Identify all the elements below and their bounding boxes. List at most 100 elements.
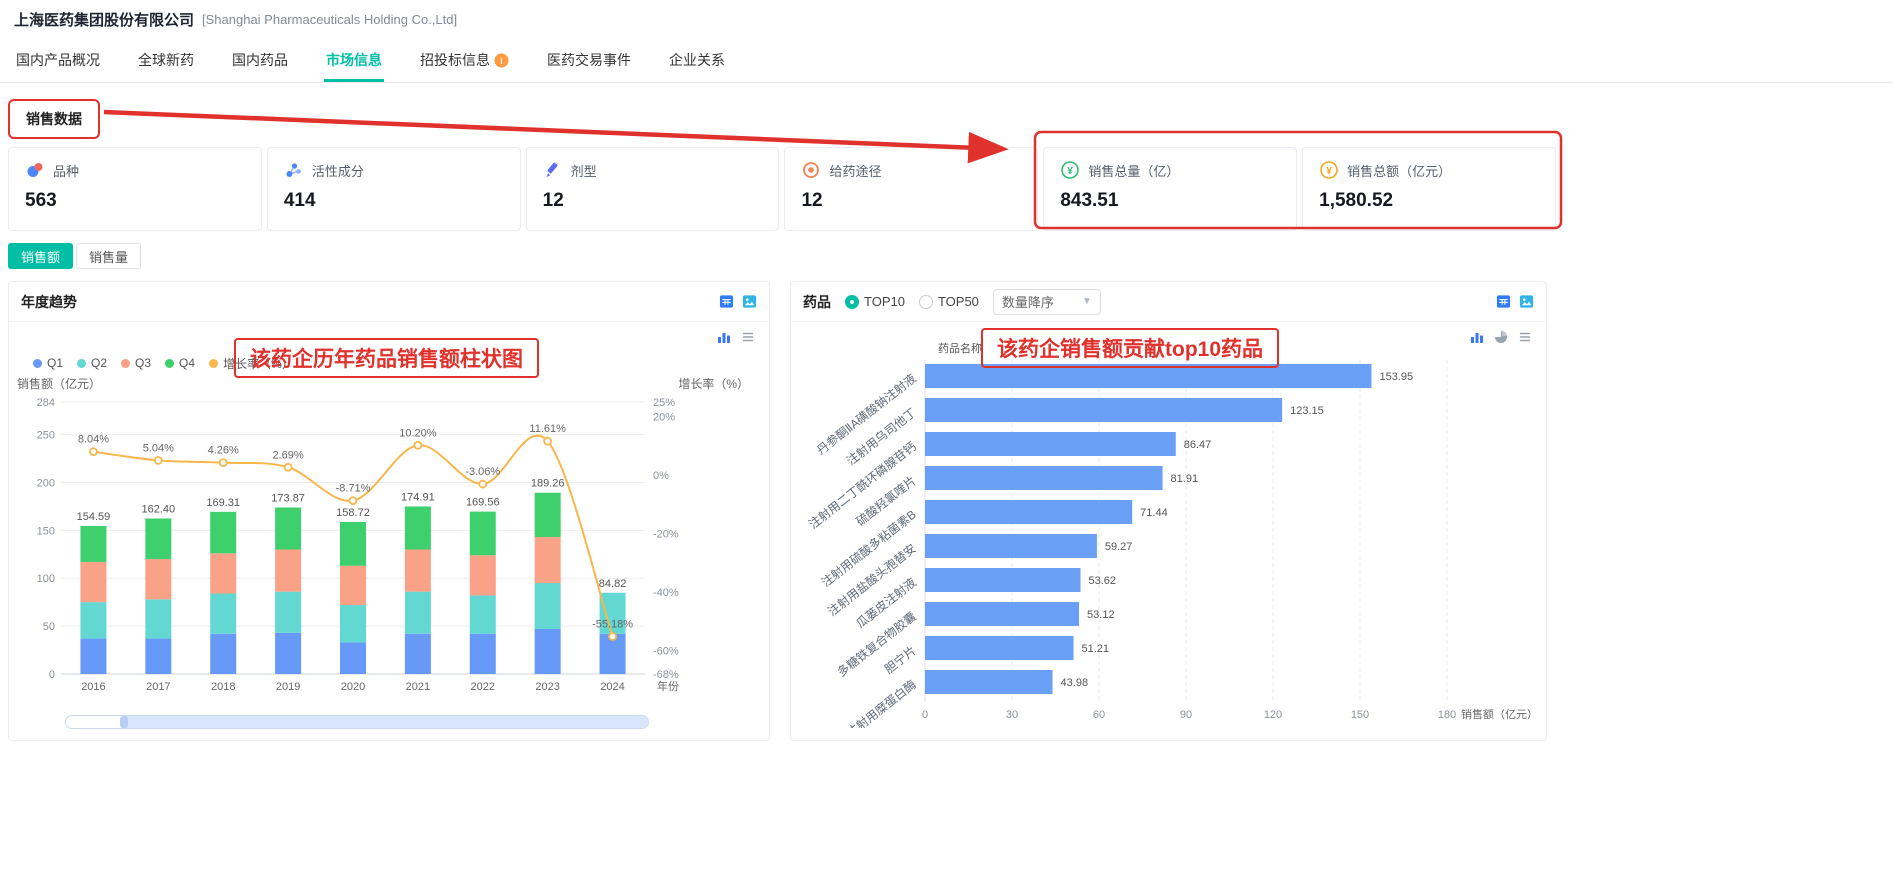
stat-label: 剂型 [571,161,597,180]
metric-toggle-group: 销售额销售量 [8,243,1560,269]
radio-label: TOP50 [938,294,979,309]
legend-dot [33,359,42,368]
stat-card-variety: 品种563 [8,147,262,231]
svg-text:173.87: 173.87 [271,492,305,504]
svg-text:2024: 2024 [600,681,624,693]
legend-item-Q4[interactable]: Q4 [165,356,195,370]
svg-text:8.04%: 8.04% [78,434,109,446]
list-icon[interactable] [741,330,755,344]
svg-text:2020: 2020 [341,681,365,693]
stat-value: 12 [801,190,1021,212]
svg-text:¥: ¥ [1068,166,1074,177]
nav-tab-4[interactable]: 市场信息 [324,38,384,82]
nav-tab-6[interactable]: 医药交易事件 [545,38,633,82]
annual-trend-export-icons [719,294,757,309]
svg-text:5.04%: 5.04% [143,442,174,454]
svg-text:284: 284 [37,397,55,409]
nav-tab-label: 国内药品 [232,50,288,70]
svg-text:2018: 2018 [211,681,235,693]
svg-text:¥: ¥ [1326,166,1332,177]
svg-text:43.98: 43.98 [1061,677,1089,689]
stat-card-route: 给药途径12 [784,147,1038,231]
svg-text:84.82: 84.82 [599,578,627,590]
top-drugs-panel: 药品 TOP10TOP50 数量降序 ▼ 0306090120150180销售额… [790,281,1547,741]
svg-text:71.44: 71.44 [1140,507,1168,519]
svg-text:123.15: 123.15 [1290,405,1324,417]
data-zoom-slider[interactable] [65,715,649,729]
stats-row: 品种563活性成分414剂型12给药途径12¥销售总量（亿）843.51¥销售总… [8,147,1556,231]
nav-tab-7[interactable]: 企业关系 [667,38,727,82]
route-icon [801,160,821,180]
svg-text:i: i [500,55,503,65]
svg-text:0%: 0% [653,470,669,482]
radio-label: TOP10 [864,294,905,309]
svg-text:注射用糜蛋白酶: 注射用糜蛋白酶 [843,677,918,728]
radio-top50[interactable]: TOP50 [919,294,979,309]
radio-dot [919,295,933,309]
svg-text:11.61%: 11.61% [529,423,566,435]
svg-text:2023: 2023 [535,681,559,693]
stat-value: 843.51 [1060,190,1280,212]
annual-trend-panel: 年度趋势 Q1Q2Q3Q4增长率（%） 销售额（亿元）增长率（%）2842502… [8,281,770,741]
stat-card-sales-volume: ¥ 销售总量（亿） 843.51 [1043,147,1297,231]
stat-label: 销售总量（亿） [1088,161,1179,180]
sort-order-select[interactable]: 数量降序 ▼ [993,289,1101,315]
bar-chart-icon[interactable] [1470,330,1484,344]
annual-trend-panel-header: 年度趋势 [9,282,769,322]
svg-text:胆宁片: 胆宁片 [881,643,919,677]
svg-text:150: 150 [37,525,55,537]
legend-dot [209,359,218,368]
annual-trend-body: Q1Q2Q3Q4增长率（%） 销售额（亿元）增长率（%）284250200150… [9,322,769,729]
nav-tab-label: 医药交易事件 [547,50,631,70]
annual-trend-title: 年度趋势 [21,292,77,312]
svg-text:-68%: -68% [653,669,679,681]
svg-text:53.12: 53.12 [1087,609,1115,621]
image-export-icon[interactable] [742,294,757,309]
svg-text:90: 90 [1180,709,1192,721]
table-export-icon[interactable] [1496,294,1511,309]
page-content: 上海医药集团股份有限公司 [Shanghai Pharmaceuticals H… [0,0,1560,741]
svg-text:20%: 20% [653,412,675,424]
toggle-sales-amount[interactable]: 销售额 [8,243,73,269]
top-drugs-tool-icons [1470,330,1532,344]
svg-text:2016: 2016 [81,681,105,693]
data-zoom-handle[interactable] [120,716,128,728]
image-export-icon[interactable] [1519,294,1534,309]
radio-top10[interactable]: TOP10 [845,294,905,309]
svg-text:2.69%: 2.69% [273,449,304,461]
legend-dot [121,359,130,368]
svg-text:86.47: 86.47 [1184,439,1212,451]
data-zoom-selected-range[interactable] [124,716,648,728]
nav-tabs: 国内产品概况 全球新药 国内药品 市场信息招投标信息i 医药交易事件 企业关系 [0,38,1893,83]
nav-tab-label: 国内产品概况 [16,50,100,70]
svg-text:-40%: -40% [653,587,679,599]
svg-text:153.95: 153.95 [1379,371,1413,383]
toggle-sales-volume[interactable]: 销售量 [76,243,141,269]
nav-tab-5[interactable]: 招投标信息i [418,38,511,82]
svg-text:169.31: 169.31 [206,497,240,509]
svg-text:-8.71%: -8.71% [336,483,371,495]
legend-item-Q1[interactable]: Q1 [33,356,63,370]
legend-dot [165,359,174,368]
list-icon[interactable] [1518,330,1532,344]
stat-card-dosage: 剂型12 [526,147,780,231]
nav-tab-label: 全球新药 [138,50,194,70]
svg-text:2021: 2021 [406,681,430,693]
nav-tab-2[interactable]: 全球新药 [136,38,196,82]
nav-tab-3[interactable]: 国内药品 [230,38,290,82]
legend-item-Q3[interactable]: Q3 [121,356,151,370]
pie-chart-icon[interactable] [1494,330,1508,344]
stat-card-sales-amount: ¥销售总额（亿元）1,580.52 [1302,147,1556,231]
legend-item-Q2[interactable]: Q2 [77,356,107,370]
nav-tab-1[interactable]: 国内产品概况 [14,38,102,82]
svg-text:销售额（亿元）: 销售额（亿元） [17,376,101,391]
svg-text:162.40: 162.40 [142,503,176,515]
table-export-icon[interactable] [719,294,734,309]
svg-text:0: 0 [49,669,55,681]
ingredient-icon [284,160,304,180]
svg-text:189.26: 189.26 [531,478,565,490]
bar-chart-icon[interactable] [717,330,731,344]
svg-text:60: 60 [1093,709,1105,721]
top-drugs-panel-header: 药品 TOP10TOP50 数量降序 ▼ [791,282,1546,322]
svg-text:53.62: 53.62 [1088,575,1116,587]
